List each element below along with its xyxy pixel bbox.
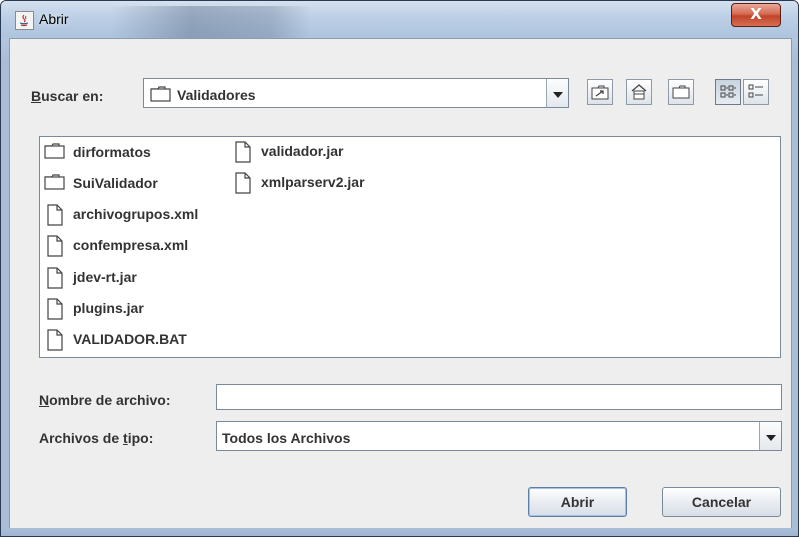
home-icon [631, 84, 647, 100]
close-icon: X [750, 5, 762, 23]
home-button[interactable] [626, 79, 652, 105]
filename-label: Nombre de archivo: [39, 392, 171, 408]
file-icon [235, 172, 251, 194]
new-folder-icon [672, 85, 690, 99]
file-icon [47, 235, 63, 257]
file-name: plugins.jar [73, 300, 144, 316]
file-icon [47, 298, 63, 320]
title-bar[interactable]: Abrir X [1, 1, 798, 42]
chevron-down-icon[interactable] [546, 79, 568, 107]
file-name: VALIDADOR.BAT [73, 331, 187, 347]
title-bar-shading [111, 6, 311, 42]
filetype-label-text: Archivos de [39, 430, 124, 446]
file-name: dirformatos [73, 144, 151, 160]
folder-icon [150, 86, 171, 102]
filename-input[interactable] [216, 384, 782, 410]
filename-label-text: ombre de archivo: [49, 392, 171, 408]
look-in-combo[interactable]: Validadores [143, 78, 569, 108]
file-name: validador.jar [261, 143, 344, 159]
file-icon [47, 329, 63, 351]
details-view-icon [748, 84, 763, 98]
close-button[interactable]: X [731, 3, 781, 27]
filetype-value: Todos los Archivos [222, 430, 351, 446]
file-name: xmlparserv2.jar [261, 174, 365, 190]
file-name: archivogrupos.xml [73, 206, 199, 222]
window-bottom-border [1, 528, 798, 536]
look-in-label-text: uscar en: [41, 88, 104, 104]
up-folder-icon [591, 85, 609, 100]
filetype-label: Archivos de tipo: [39, 430, 153, 446]
java-icon [15, 11, 34, 30]
new-folder-button[interactable] [668, 79, 694, 105]
cancel-button[interactable]: Cancelar [662, 487, 781, 517]
window-title: Abrir [39, 11, 69, 27]
up-one-level-button[interactable] [587, 79, 613, 105]
file-name: confempresa.xml [73, 237, 189, 253]
look-in-value: Validadores [177, 87, 256, 103]
folder-icon [44, 174, 65, 190]
file-icon [235, 141, 251, 163]
look-in-label: Buscar en: [31, 88, 103, 104]
list-view-button[interactable] [715, 79, 741, 105]
file-list[interactable]: dirformatos SuiValidador archivogrupos.x… [39, 136, 781, 358]
dialog-body: Buscar en: Validadores dirformatos SuiVa… [9, 38, 792, 530]
file-name: SuiValidador [73, 175, 158, 191]
details-view-button[interactable] [743, 79, 769, 105]
folder-icon [44, 143, 65, 159]
list-view-icon [720, 85, 736, 98]
file-open-dialog: Abrir X Buscar en: Validadores dirformat… [0, 0, 799, 537]
file-icon [47, 204, 63, 226]
filename-label-mnemonic: N [39, 392, 50, 408]
file-icon [47, 267, 63, 289]
chevron-down-icon[interactable] [759, 422, 781, 450]
open-button[interactable]: Abrir [528, 487, 627, 517]
filetype-combo[interactable]: Todos los Archivos [216, 421, 782, 451]
filetype-label-text-rest: ipo: [127, 430, 154, 446]
look-in-label-mnemonic: B [31, 88, 42, 104]
file-name: jdev-rt.jar [73, 269, 137, 285]
